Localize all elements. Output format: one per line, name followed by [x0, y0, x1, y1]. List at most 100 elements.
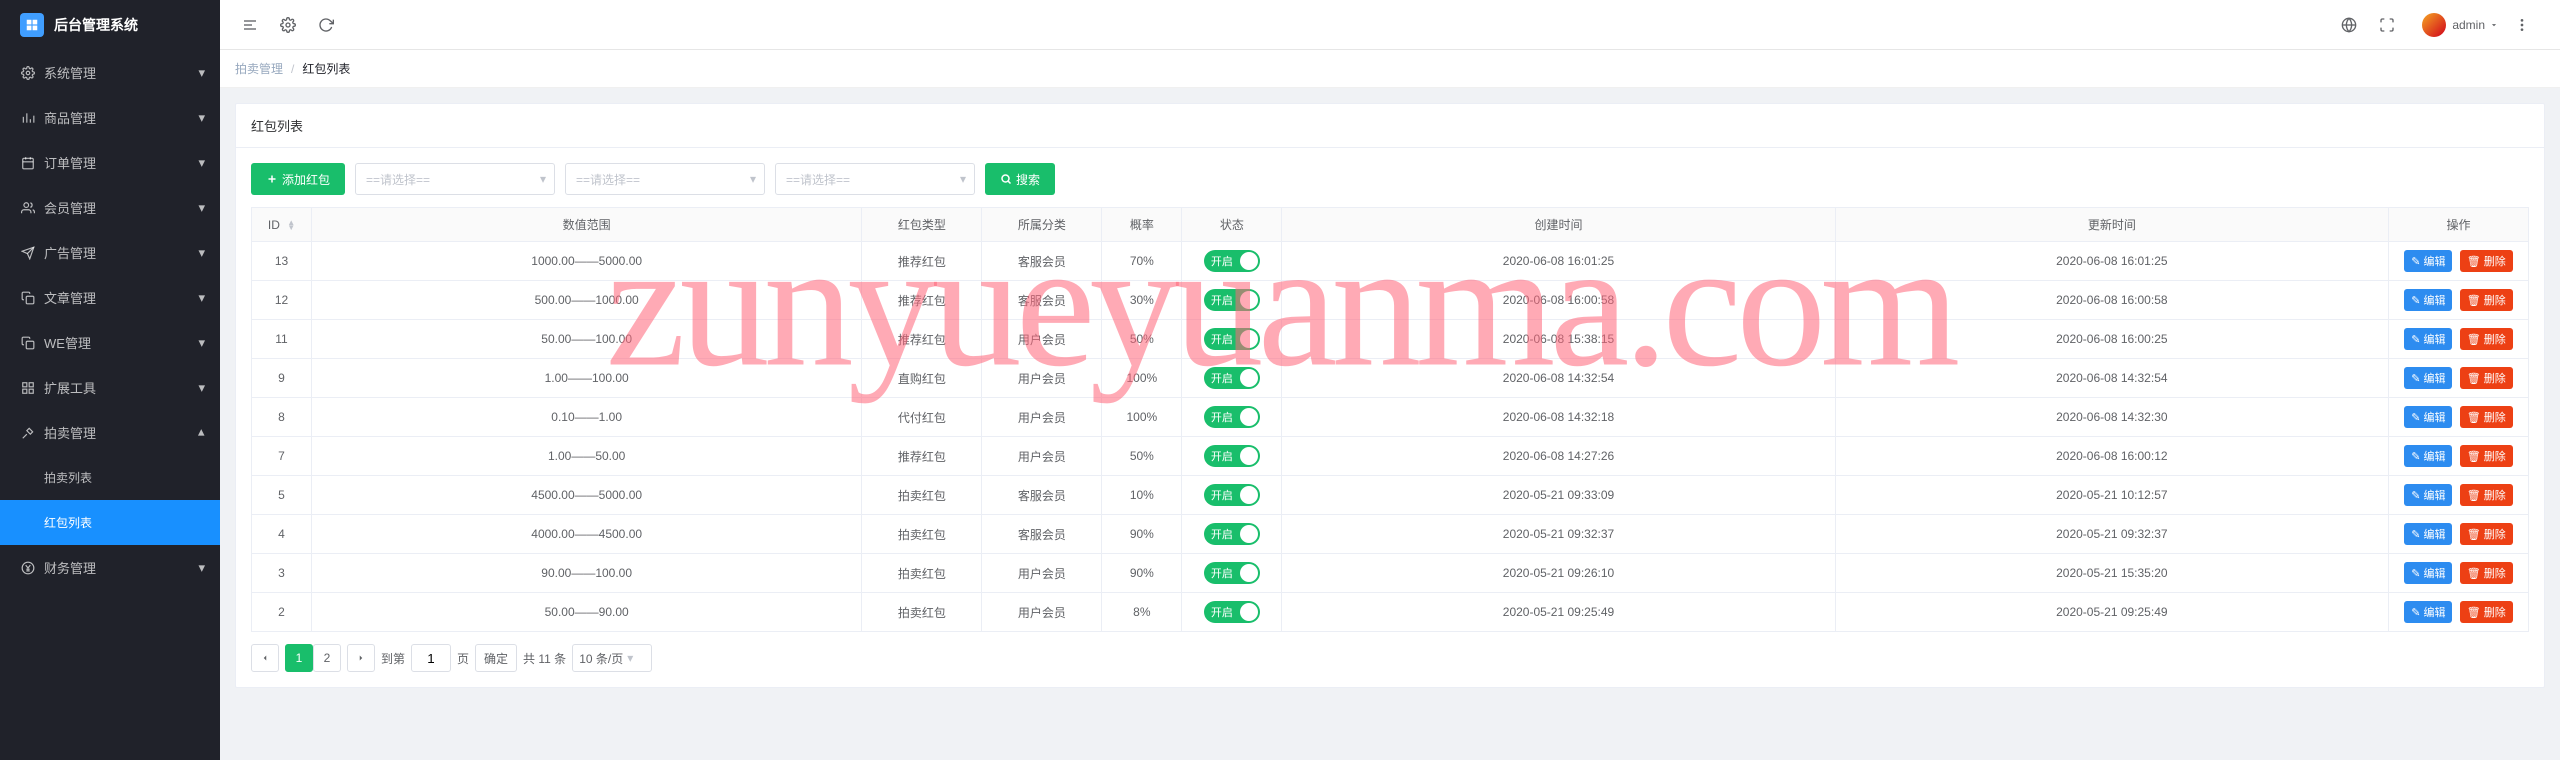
pagination: 12 到第 页 确定 共 11 条 10 条/页 ▾	[251, 644, 2529, 672]
delete-button[interactable]: 🗑删除	[2460, 289, 2513, 311]
app-title: 后台管理系统	[54, 15, 138, 35]
table-row: 5 4500.00——5000.00 拍卖红包 客服会员 10% 开启 2020…	[252, 476, 2529, 515]
sidebar-item-7[interactable]: 扩展工具▾	[0, 365, 220, 410]
sidebar-subitem-8-0[interactable]: 拍卖列表	[0, 455, 220, 500]
more-icon[interactable]	[2507, 10, 2537, 40]
sort-icon: ▲▼	[287, 220, 295, 230]
fullscreen-icon[interactable]	[2372, 10, 2402, 40]
page-prev[interactable]	[251, 644, 279, 672]
breadcrumb-parent[interactable]: 拍卖管理	[235, 60, 283, 77]
edit-button[interactable]: ✎编辑	[2404, 562, 2452, 584]
status-switch[interactable]: 开启	[1204, 523, 1260, 545]
chevron-down-icon: ▾	[198, 380, 205, 396]
avatar	[2422, 13, 2446, 37]
col-rate: 概率	[1102, 208, 1182, 242]
sidebar-item-8[interactable]: 拍卖管理▾	[0, 410, 220, 455]
collapse-toggle[interactable]	[235, 10, 265, 40]
edit-button[interactable]: ✎编辑	[2404, 484, 2452, 506]
status-switch[interactable]: 开启	[1204, 601, 1260, 623]
page-2[interactable]: 2	[313, 644, 341, 672]
col-id[interactable]: ID ▲▼	[252, 208, 312, 242]
edit-button[interactable]: ✎编辑	[2404, 289, 2452, 311]
sidebar-item-2[interactable]: 订单管理▾	[0, 140, 220, 185]
sidebar-item-5[interactable]: 文章管理▾	[0, 275, 220, 320]
delete-button[interactable]: 🗑删除	[2460, 250, 2513, 272]
col-category: 所属分类	[982, 208, 1102, 242]
filter-select-3[interactable]: ==请选择== ▾	[775, 163, 975, 195]
table-row: 8 0.10——1.00 代付红包 用户会员 100% 开启 2020-06-0…	[252, 398, 2529, 437]
pencil-icon: ✎	[2411, 567, 2420, 580]
main: admin 拍卖管理 / 红包列表 红包列表	[220, 0, 2560, 760]
status-switch[interactable]: 开启	[1204, 367, 1260, 389]
trash-icon: 🗑	[2467, 333, 2481, 346]
user-menu[interactable]: admin	[2422, 13, 2499, 37]
delete-button[interactable]: 🗑删除	[2460, 601, 2513, 623]
breadcrumb: 拍卖管理 / 红包列表	[220, 50, 2560, 88]
status-switch[interactable]: 开启	[1204, 328, 1260, 350]
delete-button[interactable]: 🗑删除	[2460, 367, 2513, 389]
edit-button[interactable]: ✎编辑	[2404, 523, 2452, 545]
filter-select-2[interactable]: ==请选择== ▾	[565, 163, 765, 195]
delete-button[interactable]: 🗑删除	[2460, 484, 2513, 506]
col-range: 数值范围	[312, 208, 862, 242]
toolbar: 添加红包 ==请选择== ▾ ==请选择== ▾ ==请选择== ▾	[251, 163, 2529, 195]
delete-button[interactable]: 🗑删除	[2460, 328, 2513, 350]
refresh-icon[interactable]	[311, 10, 341, 40]
status-switch[interactable]: 开启	[1204, 289, 1260, 311]
grid-icon	[20, 381, 36, 395]
goto-confirm[interactable]: 确定	[475, 644, 517, 672]
delete-button[interactable]: 🗑删除	[2460, 562, 2513, 584]
breadcrumb-current: 红包列表	[302, 60, 350, 77]
trash-icon: 🗑	[2467, 411, 2481, 424]
status-switch[interactable]: 开启	[1204, 445, 1260, 467]
page-size-select[interactable]: 10 条/页 ▾	[572, 644, 652, 672]
delete-button[interactable]: 🗑删除	[2460, 445, 2513, 467]
page-1[interactable]: 1	[285, 644, 313, 672]
content: 红包列表 添加红包 ==请选择== ▾	[220, 88, 2560, 760]
edit-button[interactable]: ✎编辑	[2404, 406, 2452, 428]
settings-icon[interactable]	[273, 10, 303, 40]
status-switch[interactable]: 开启	[1204, 406, 1260, 428]
add-button[interactable]: 添加红包	[251, 163, 345, 195]
trash-icon: 🗑	[2467, 450, 2481, 463]
sidebar-item-0[interactable]: 系统管理▾	[0, 50, 220, 95]
status-switch[interactable]: 开启	[1204, 484, 1260, 506]
table-row: 7 1.00——50.00 推荐红包 用户会员 50% 开启 2020-06-0…	[252, 437, 2529, 476]
chevron-down-icon: ▾	[198, 335, 205, 351]
sidebar-item-4[interactable]: 广告管理▾	[0, 230, 220, 275]
edit-button[interactable]: ✎编辑	[2404, 250, 2452, 272]
table-row: 4 4000.00——4500.00 拍卖红包 客服会员 90% 开启 2020…	[252, 515, 2529, 554]
language-icon[interactable]	[2334, 10, 2364, 40]
sidebar-subitem-8-1[interactable]: 红包列表	[0, 500, 220, 545]
trash-icon: 🗑	[2467, 294, 2481, 307]
status-switch[interactable]: 开启	[1204, 562, 1260, 584]
search-button[interactable]: 搜索	[985, 163, 1055, 195]
sidebar: 后台管理系统 系统管理▾商品管理▾订单管理▾会员管理▾广告管理▾文章管理▾WE管…	[0, 0, 220, 760]
delete-button[interactable]: 🗑删除	[2460, 406, 2513, 428]
sidebar-item-3[interactable]: 会员管理▾	[0, 185, 220, 230]
search-icon	[1000, 173, 1012, 185]
col-created: 创建时间	[1282, 208, 1835, 242]
sidebar-item-6[interactable]: WE管理▾	[0, 320, 220, 365]
copy-icon	[20, 291, 36, 305]
chevron-down-icon: ▾	[198, 65, 205, 81]
edit-button[interactable]: ✎编辑	[2404, 328, 2452, 350]
delete-button[interactable]: 🗑删除	[2460, 523, 2513, 545]
trash-icon: 🗑	[2467, 528, 2481, 541]
status-switch[interactable]: 开启	[1204, 250, 1260, 272]
col-type: 红包类型	[862, 208, 982, 242]
pencil-icon: ✎	[2411, 333, 2420, 346]
sidebar-item-9[interactable]: 财务管理▾	[0, 545, 220, 590]
edit-button[interactable]: ✎编辑	[2404, 367, 2452, 389]
filter-select-1[interactable]: ==请选择== ▾	[355, 163, 555, 195]
page-next[interactable]	[347, 644, 375, 672]
users-icon	[20, 201, 36, 215]
edit-button[interactable]: ✎编辑	[2404, 601, 2452, 623]
trash-icon: 🗑	[2467, 489, 2481, 502]
chevron-down-icon: ▾	[540, 172, 546, 186]
sidebar-item-1[interactable]: 商品管理▾	[0, 95, 220, 140]
goto-input[interactable]	[411, 644, 451, 672]
table-row: 12 500.00——1000.00 推荐红包 客服会员 30% 开启 2020…	[252, 281, 2529, 320]
chevron-down-icon: ▾	[198, 200, 205, 216]
edit-button[interactable]: ✎编辑	[2404, 445, 2452, 467]
